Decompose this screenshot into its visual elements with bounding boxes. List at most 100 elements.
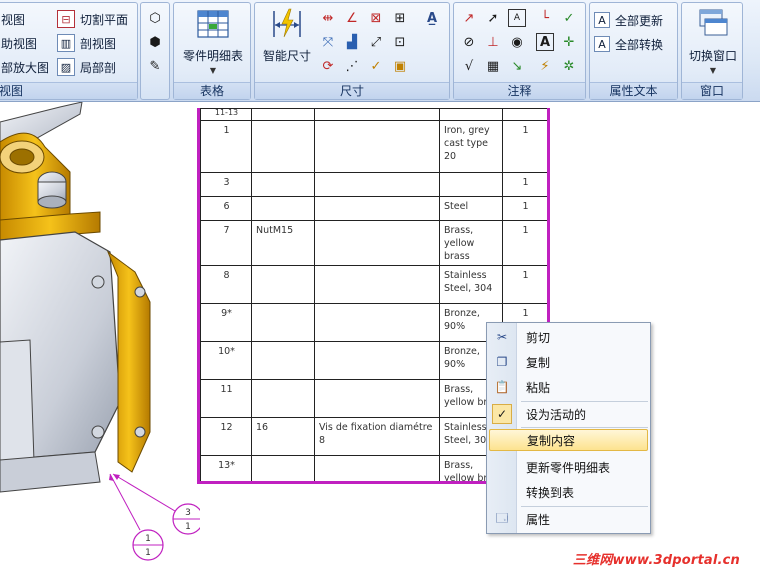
table-cell-item: 12 [200, 417, 252, 457]
table-cell-material: Iron, grey cast type 20 [439, 120, 503, 173]
section-view-button[interactable]: ▥ 剖视图 [57, 32, 116, 54]
table-cell-description [314, 379, 440, 419]
convert-all-icon: A [594, 36, 610, 52]
table-cell [439, 108, 503, 121]
dim-tool-5-icon[interactable]: ⤧ [319, 33, 337, 51]
table-cell-name [251, 379, 315, 419]
annot-tool-3-icon[interactable]: A [508, 9, 526, 27]
table-cell [502, 108, 547, 121]
table-group-label: 表格 [174, 82, 250, 99]
table-cell [314, 108, 440, 121]
view-label: 视图 [1, 12, 26, 27]
broken-out-section-button[interactable]: ▨ 局部剖 [57, 56, 116, 78]
window-group-label: 窗口 [682, 82, 742, 99]
table-cell-name [251, 303, 315, 343]
dimension-group: 智能尺寸 ⇹ ∠ ⊠ ⊞ ⤧ ▟ ⤢ ⊡ ⟳ ⋰ ✓ ▣ A̲ 尺寸 [254, 2, 450, 100]
parts-list-button[interactable]: 零件明细表 ▼ [177, 7, 249, 75]
dim-tool-7-icon[interactable]: ⤢ [367, 33, 385, 51]
dim-tool-1-icon[interactable]: ⇹ [319, 9, 337, 27]
table-cell-item: 7 [200, 219, 252, 267]
annot-tool-8-icon[interactable]: ◉ [508, 33, 526, 51]
table-row[interactable]: 8 Stainless Steel, 304 1 [200, 265, 547, 305]
cutting-plane-label: 切割平面 [80, 12, 129, 27]
menu-item-set-active[interactable]: ✓ 设为活动的 [489, 403, 648, 425]
aux-view-button[interactable]: 助视图 [1, 32, 37, 54]
annot-tool-12-icon[interactable]: ▦ [484, 57, 502, 75]
annot-tool-6-icon[interactable]: ⊘ [460, 33, 478, 51]
menu-item-convert-to-table[interactable]: 转换到表 [489, 481, 648, 503]
table-row-header-partial[interactable]: 11-13 [200, 108, 547, 121]
update-all-button[interactable]: A 全部更新 [594, 9, 663, 31]
chevron-down-icon: ▼ [209, 66, 217, 75]
text-style-icon[interactable]: A̲ [423, 9, 441, 27]
table-cell-material: Steel [439, 196, 503, 221]
dim-tool-6-icon[interactable]: ▟ [343, 33, 361, 51]
smart-dimension-button[interactable]: 智能尺寸 [258, 7, 316, 64]
update-all-label: 全部更新 [615, 13, 664, 28]
table-row[interactable]: 6 Steel 1 [200, 196, 547, 221]
attribute-text-group: A 全部更新 A 全部转换 属性文本 [589, 2, 678, 100]
table-cell-name [251, 120, 315, 173]
table-cell: 11-13 [200, 108, 252, 121]
annot-tool-4-icon[interactable]: └ [536, 9, 554, 27]
broken-out-section-icon: ▨ [57, 58, 75, 76]
view-button[interactable]: 视图 [1, 8, 25, 30]
detail-view-button[interactable]: 部放大图 [1, 56, 49, 78]
cube-view-icon[interactable]: ⬡ [146, 9, 164, 27]
dim-tool-4-icon[interactable]: ⊞ [391, 9, 409, 27]
menu-item-copy[interactable]: ❐ 复制 [489, 351, 648, 373]
dim-tool-10-icon[interactable]: ⋰ [343, 57, 361, 75]
menu-item-update-parts-list[interactable]: 更新零件明细表 [489, 456, 648, 478]
dim-tool-11-icon[interactable]: ✓ [367, 57, 385, 75]
menu-separator [521, 427, 648, 428]
balloon-1[interactable]: 1 1 [132, 529, 164, 561]
convert-all-button[interactable]: A 全部转换 [594, 33, 663, 55]
table-row[interactable]: 1 Iron, grey cast type 20 1 [200, 120, 547, 173]
ribbon: 视图 助视图 部放大图 ⊟ 切割平面 ▥ 剖视图 ▨ 局部剖 视图 ⬡ ⬢ ✎ [0, 0, 760, 102]
dim-tool-2-icon[interactable]: ∠ [343, 9, 361, 27]
annot-tool-1-icon[interactable]: ↗ [460, 9, 478, 27]
scissors-icon: ✂ [496, 330, 508, 344]
table-row[interactable]: 31 [200, 172, 547, 197]
annot-tool-2-icon[interactable]: ➚ [484, 9, 502, 27]
table-cell-name [251, 341, 315, 381]
annot-tool-5-icon[interactable]: ✓ [560, 9, 578, 27]
view-group: 视图 助视图 部放大图 ⊟ 切割平面 ▥ 剖视图 ▨ 局部剖 视图 [0, 2, 138, 100]
menu-item-copy-content[interactable]: 复制内容 [489, 429, 648, 451]
annot-tool-13-icon[interactable]: ↘ [508, 57, 526, 75]
annot-tool-7-icon[interactable]: ⊥ [484, 33, 502, 51]
menu-item-properties[interactable]: 🗔 属性 [489, 508, 648, 530]
dim-tool-8-icon[interactable]: ⊡ [391, 33, 409, 51]
switch-window-button[interactable]: 切换窗口 ▼ [683, 7, 743, 75]
menu-separator [521, 506, 648, 507]
table-cell-name [251, 455, 315, 481]
context-menu[interactable]: ✂ 剪切 ❐ 复制 📋 粘贴 ✓ 设为活动的 复制内容 更新零件明细表 转换到表… [486, 322, 651, 534]
dim-tool-3-icon[interactable]: ⊠ [367, 9, 385, 27]
dim-tool-9-icon[interactable]: ⟳ [319, 57, 337, 75]
table-cell-item: 13* [200, 455, 252, 481]
annotation-group: ↗ ➚ A └ ✓ ⊘ ⊥ ◉ A ✛ √ ▦ ↘ ⚡ ✲ 注释 [453, 2, 586, 100]
annot-tool-10-icon[interactable]: ✛ [560, 33, 578, 51]
table-row[interactable]: 7 NutM15 Brass, yellow brass 1 [200, 219, 547, 267]
cube-outline-icon[interactable]: ⬢ [146, 33, 164, 51]
cutting-plane-button[interactable]: ⊟ 切割平面 [57, 8, 128, 30]
annot-tool-14-icon[interactable]: ⚡ [536, 57, 554, 75]
smart-dimension-label: 智能尺寸 [262, 49, 311, 63]
annot-tool-15-icon[interactable]: ✲ [560, 57, 578, 75]
table-cell-material: Brass, yellow brass [439, 219, 503, 267]
attribute-text-group-label: 属性文本 [590, 82, 677, 99]
table-cell-quantity: 1 [502, 265, 547, 305]
annot-tool-9-icon[interactable]: A [536, 33, 554, 51]
menu-item-cut[interactable]: ✂ 剪切 [489, 326, 648, 348]
table-cell-name [251, 172, 315, 197]
edit-view-icon[interactable]: ✎ [146, 57, 164, 75]
valve-model-view[interactable]: 3 1 1 1 [0, 102, 200, 570]
annot-tool-11-icon[interactable]: √ [460, 57, 478, 75]
menu-item-paste[interactable]: 📋 粘贴 [489, 376, 648, 398]
dim-tool-12-icon[interactable]: ▣ [391, 57, 409, 75]
annotation-group-label: 注释 [454, 82, 585, 99]
balloon-3[interactable]: 3 1 [172, 503, 200, 535]
window-group: 切换窗口 ▼ 窗口 [681, 2, 743, 100]
convert-all-label: 全部转换 [615, 37, 664, 52]
menu-separator [521, 401, 648, 402]
